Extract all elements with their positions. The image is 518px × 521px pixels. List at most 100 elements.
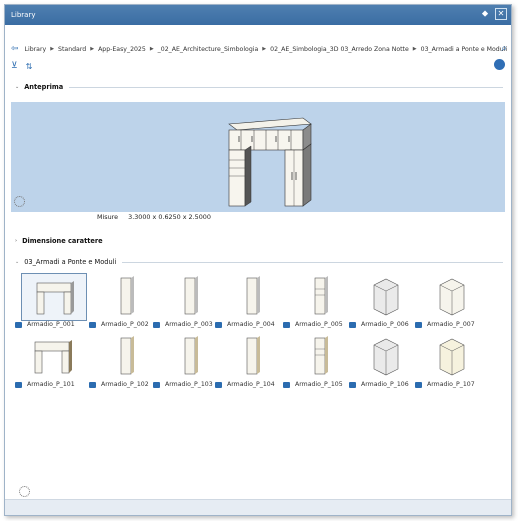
library-item[interactable]: Armadio_P_107	[415, 333, 481, 395]
breadcrumb-item[interactable]: _02_AE_Architecture_Simbologia	[158, 46, 259, 53]
title-bar: Library ⬥ ✕	[5, 5, 511, 25]
library-item[interactable]: Armadio_P_003	[153, 273, 219, 335]
item-thumbnail	[159, 273, 221, 319]
library-item[interactable]: Armadio_P_103	[153, 333, 219, 395]
library-window: Library ⬥ ✕ ⇦ Library ▶ Standard ▶ App-E…	[4, 4, 512, 516]
item-label: Armadio_P_107	[427, 381, 475, 388]
measures-row: Misure 3.3000 x 0.6250 x 2.5000	[97, 213, 211, 221]
library-item[interactable]: Armadio_P_007	[415, 273, 481, 335]
library-item[interactable]: Armadio_P_005	[283, 273, 349, 335]
item-thumbnail	[221, 273, 283, 319]
preview-panel[interactable]	[11, 102, 505, 212]
chevron-right-icon: ▶	[149, 46, 154, 52]
window-title: Library	[11, 11, 36, 19]
section-preview-header[interactable]: ⌄ Anteprima	[15, 81, 503, 93]
item-thumbnail	[95, 273, 157, 319]
settings-dial-icon[interactable]	[19, 486, 30, 497]
block-icon	[349, 321, 356, 328]
library-item[interactable]: Armadio_P_102	[89, 333, 155, 395]
item-thumbnail	[355, 273, 417, 319]
item-thumbnail	[421, 273, 483, 319]
library-item[interactable]: Armadio_P_101	[15, 333, 81, 395]
block-icon	[89, 321, 96, 328]
library-item[interactable]: Armadio_P_004	[215, 273, 281, 335]
back-arrow-icon[interactable]: ⇦	[11, 44, 19, 54]
block-icon	[215, 321, 222, 328]
block-icon	[89, 381, 96, 388]
chevron-right-icon: ▶	[90, 46, 95, 52]
block-icon	[415, 381, 422, 388]
block-icon	[283, 381, 290, 388]
chevron-right-icon: ▶	[262, 46, 267, 52]
item-thumbnail	[95, 333, 157, 379]
block-icon	[15, 321, 22, 328]
block-icon	[153, 381, 160, 388]
rotate-view-icon[interactable]	[14, 196, 25, 207]
item-thumbnail	[421, 333, 483, 379]
section-title: Anteprima	[24, 83, 64, 91]
collapse-caret-icon: ⌄	[15, 259, 20, 265]
item-thumbnail	[21, 333, 83, 379]
library-item[interactable]: Armadio_P_001	[15, 273, 87, 335]
breadcrumb-item[interactable]: 03_Arredo Zona Notte	[340, 46, 408, 53]
block-icon	[15, 381, 22, 388]
item-label: Armadio_P_105	[295, 381, 343, 388]
item-thumbnail	[355, 333, 417, 379]
section-folder-header[interactable]: ⌄ 03_Armadi a Ponte e Moduli	[15, 256, 503, 268]
filter-toolbar: ⊻ ⇅	[5, 59, 511, 73]
item-label: Armadio_P_102	[101, 381, 149, 388]
thumbnail-row: Armadio_P_001 Armadio_P_002 Armadio_P_00…	[15, 273, 505, 335]
collapse-caret-icon: ⌄	[15, 84, 20, 90]
block-icon	[415, 321, 422, 328]
search-icon[interactable]: ⌕	[501, 43, 507, 54]
breadcrumb-item[interactable]: Standard	[58, 46, 86, 53]
wardrobe-preview-image	[228, 117, 312, 207]
pin-icon[interactable]: ⬥	[479, 8, 491, 20]
divider	[122, 261, 503, 263]
breadcrumb-item[interactable]: App-Easy_2025	[98, 46, 146, 53]
item-thumbnail	[21, 273, 87, 321]
measures-value: 3.3000 x 0.6250 x 2.5000	[128, 213, 211, 221]
block-icon	[283, 321, 290, 328]
block-icon	[153, 321, 160, 328]
library-item[interactable]: Armadio_P_105	[283, 333, 349, 395]
item-label: Armadio_P_003	[165, 321, 213, 328]
item-label: Armadio_P_006	[361, 321, 409, 328]
block-icon	[349, 381, 356, 388]
item-label: Armadio_P_005	[295, 321, 343, 328]
chevron-right-icon: ▶	[412, 46, 417, 52]
thumbnail-row: Armadio_P_101 Armadio_P_102 Armadio_P_10…	[15, 333, 505, 395]
chevron-right-icon: ▶	[50, 46, 55, 52]
section-title: 03_Armadi a Ponte e Moduli	[24, 258, 117, 266]
section-font-size-header[interactable]: › Dimensione carattere	[15, 235, 503, 247]
library-item[interactable]: Armadio_P_002	[89, 273, 155, 335]
expand-caret-icon: ›	[15, 238, 18, 244]
breadcrumb-item-current[interactable]: 03_Armadi a Ponte e Moduli	[421, 46, 507, 53]
globe-icon[interactable]	[494, 59, 505, 70]
item-thumbnail	[159, 333, 221, 379]
item-label: Armadio_P_004	[227, 321, 275, 328]
item-thumbnail	[289, 273, 351, 319]
item-label: Armadio_P_104	[227, 381, 275, 388]
library-item[interactable]: Armadio_P_006	[349, 273, 415, 335]
library-item[interactable]: Armadio_P_104	[215, 333, 281, 395]
block-icon	[215, 381, 222, 388]
breadcrumb-item[interactable]: Library	[25, 46, 47, 53]
close-icon[interactable]: ✕	[495, 8, 507, 20]
item-label: Armadio_P_101	[27, 381, 75, 388]
item-label: Armadio_P_106	[361, 381, 409, 388]
item-label: Armadio_P_002	[101, 321, 149, 328]
breadcrumb: ⇦ Library ▶ Standard ▶ App-Easy_2025 ▶ _…	[5, 42, 511, 56]
section-title: Dimensione carattere	[22, 237, 103, 245]
item-label: Armadio_P_007	[427, 321, 475, 328]
item-thumbnail	[289, 333, 351, 379]
divider	[69, 86, 503, 88]
measures-label: Misure	[97, 213, 119, 221]
filter-icon[interactable]: ⊻	[11, 61, 18, 71]
status-bar	[5, 499, 511, 515]
item-thumbnail	[221, 333, 283, 379]
item-label: Armadio_P_103	[165, 381, 213, 388]
sort-icon[interactable]: ⇅	[26, 62, 33, 71]
breadcrumb-item[interactable]: 02_AE_Simbologia_3D	[270, 46, 338, 53]
library-item[interactable]: Armadio_P_106	[349, 333, 415, 395]
